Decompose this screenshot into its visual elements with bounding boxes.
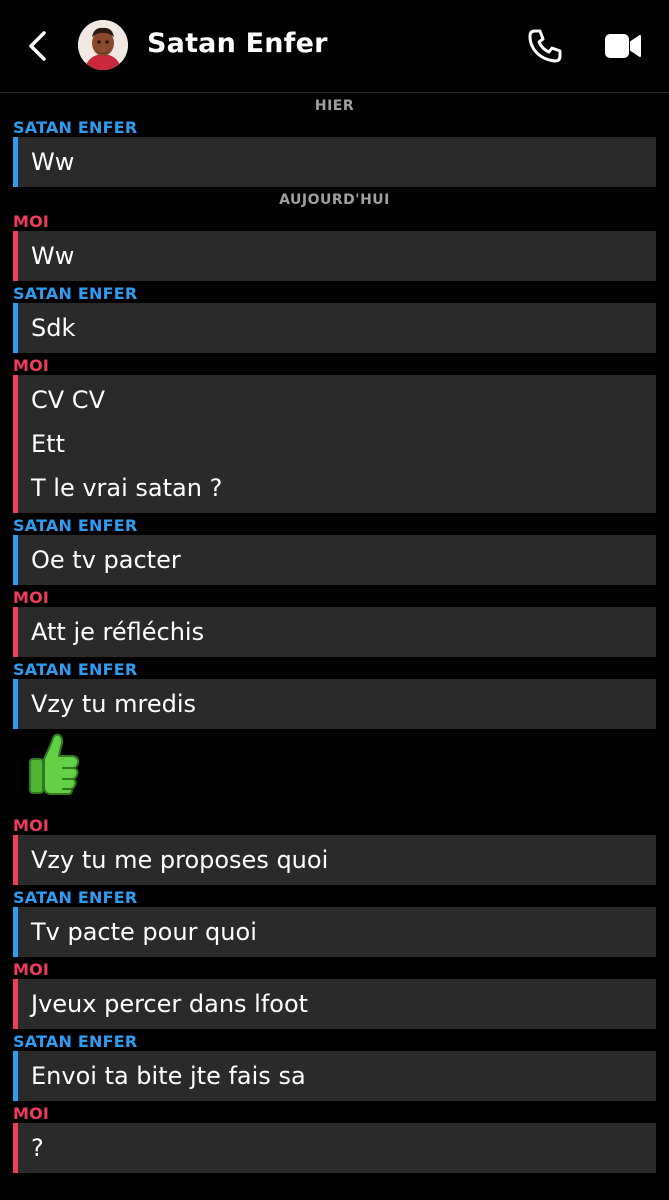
message-text: Ett (31, 430, 65, 458)
sender-label-me: MOI (13, 588, 50, 607)
sender-label-contact: SATAN ENFER (13, 118, 138, 137)
message-bubble[interactable]: Vzy tu mredis (13, 679, 656, 729)
sender-label-me: MOI (13, 1104, 50, 1123)
message-emoji[interactable] (0, 729, 669, 813)
message-text: Tv pacte pour quoi (31, 918, 257, 946)
message-text: Att je réfléchis (31, 618, 205, 646)
message-bubble[interactable]: Oe tv pacter (13, 535, 656, 585)
message-bubble[interactable]: Ww (13, 231, 656, 281)
message-bubble[interactable]: Att je réfléchis (13, 607, 656, 657)
message-bubble[interactable]: Sdk (13, 303, 656, 353)
message-text: Ww (31, 148, 75, 176)
sender-label-contact: SATAN ENFER (13, 516, 138, 535)
sender-label-contact: SATAN ENFER (13, 1032, 138, 1051)
message-text: Vzy tu mredis (31, 690, 196, 718)
message-bubble[interactable]: Vzy tu me proposes quoi (13, 835, 656, 885)
chevron-left-icon[interactable] (24, 30, 52, 62)
sender-label-me: MOI (13, 212, 50, 231)
message-bubble[interactable]: Jveux percer dans lfoot (13, 979, 656, 1029)
avatar[interactable] (78, 20, 128, 70)
message-text: T le vrai satan ? (31, 474, 223, 502)
message-text: CV CV (31, 386, 105, 414)
sender-label-me: MOI (13, 960, 50, 979)
message-text: Oe tv pacter (31, 546, 181, 574)
message-text: ? (31, 1134, 44, 1162)
chat-title: Satan Enfer (147, 28, 328, 59)
message-text: Envoi ta bite jte fais sa (31, 1062, 306, 1090)
sender-label-contact: SATAN ENFER (13, 284, 138, 303)
message-text: Vzy tu me proposes quoi (31, 846, 329, 874)
message-bubble[interactable]: Envoi ta bite jte fais sa (13, 1051, 656, 1101)
thumbs-up-icon (29, 733, 80, 795)
sender-label-me: MOI (13, 356, 50, 375)
sender-label-contact: SATAN ENFER (13, 888, 138, 907)
message-bubble[interactable]: CV CV Ett T le vrai satan ? (13, 375, 656, 513)
message-text: Ww (31, 242, 75, 270)
message-bubble[interactable]: Ww (13, 137, 656, 187)
chat-header: Satan Enfer (0, 0, 669, 93)
sender-label-me: MOI (13, 816, 50, 835)
date-divider: HIER (314, 98, 355, 114)
sender-label-contact: SATAN ENFER (13, 660, 138, 679)
message-bubble[interactable]: ? (13, 1123, 656, 1173)
message-list[interactable]: HIER SATAN ENFER Ww AUJOURD'HUI MOI Ww SATAN E… (0, 93, 669, 1200)
message-text: Sdk (31, 314, 76, 342)
message-bubble[interactable]: Tv pacte pour quoi (13, 907, 656, 957)
phone-icon[interactable] (527, 28, 563, 64)
video-camera-icon[interactable] (604, 31, 642, 61)
date-divider: AUJOURD'HUI (279, 192, 390, 208)
message-text: Jveux percer dans lfoot (31, 990, 309, 1018)
